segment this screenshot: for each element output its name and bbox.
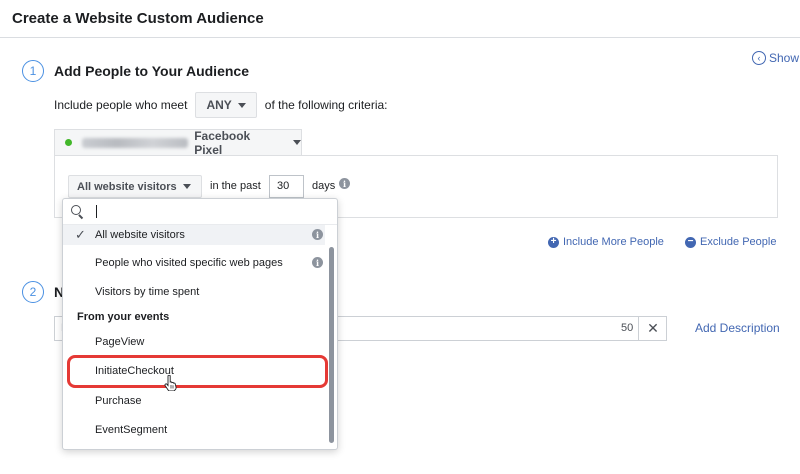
menu-item-label: EventSegment — [95, 424, 168, 436]
exclude-people-button[interactable]: − Exclude People — [685, 236, 776, 248]
caret-down-icon — [182, 184, 191, 189]
section-1-title: Add People to Your Audience — [54, 63, 249, 79]
pixel-status-dot — [65, 139, 72, 146]
show-link[interactable]: ‹ Show — [752, 51, 799, 65]
add-description-link[interactable]: Add Description — [695, 321, 780, 335]
menu-item-time-spent[interactable]: Visitors by time spent — [63, 278, 325, 306]
close-icon: ✕ — [647, 320, 659, 336]
highlight-annotation — [67, 355, 328, 388]
dialog-header: Create a Website Custom Audience — [0, 0, 800, 38]
caret-down-icon — [293, 140, 301, 145]
character-count: 50 — [621, 322, 634, 334]
info-icon[interactable]: i — [312, 229, 323, 240]
chevron-left-icon: ‹ — [752, 51, 766, 65]
visitors-type-label: All website visitors — [77, 180, 177, 193]
plus-circle-icon: + — [548, 236, 559, 248]
menu-item-all-website-visitors[interactable]: ✓ All website visitors i — [63, 225, 325, 245]
include-more-label: Include More People — [563, 236, 664, 248]
step-1-circle: 1 — [22, 60, 44, 82]
info-icon[interactable]: i — [312, 257, 323, 268]
checkmark-icon: ✓ — [75, 227, 86, 242]
menu-item-label: Visitors by time spent — [95, 286, 200, 298]
menu-item-label: All website visitors — [95, 229, 185, 241]
criteria-prefix: Include people who meet — [54, 98, 188, 112]
menu-item-label: PageView — [95, 336, 145, 348]
criteria-suffix: of the following criteria: — [264, 98, 388, 112]
dialog-title: Create a Website Custom Audience — [12, 10, 264, 27]
menu-item-pageview[interactable]: PageView — [63, 328, 325, 356]
custom-audience-dialog: Create a Website Custom Audience ‹ Show … — [0, 0, 800, 474]
redacted-pixel-id — [81, 137, 189, 148]
menu-search[interactable] — [63, 199, 337, 225]
menu-scrollbar[interactable] — [329, 247, 334, 443]
menu-item-label: People who visited specific web pages — [95, 257, 283, 269]
hand-pointer-icon — [164, 375, 177, 391]
menu-item-specific-pages[interactable]: People who visited specific web pages i — [63, 249, 325, 277]
step-2-circle: 2 — [22, 281, 44, 303]
menu-group-heading: From your events — [77, 311, 170, 323]
info-icon[interactable]: i — [339, 178, 350, 189]
exclude-label: Exclude People — [700, 236, 777, 248]
menu-item-label: Purchase — [95, 395, 142, 407]
caret-down-icon — [237, 102, 246, 108]
pixel-name: Facebook Pixel — [194, 128, 251, 157]
search-icon — [71, 205, 84, 218]
in-the-past-label: in the past — [210, 180, 261, 192]
visitors-type-dropdown[interactable]: All website visitors — [68, 175, 202, 198]
clear-name-button[interactable]: ✕ — [638, 316, 667, 341]
text-cursor — [96, 205, 97, 218]
days-label: days — [312, 180, 336, 192]
criteria-row: Include people who meet ANY of the follo… — [54, 92, 388, 118]
include-more-people-button[interactable]: + Include More People — [548, 236, 664, 248]
match-type-label: ANY — [206, 98, 232, 112]
visitors-type-menu: ✓ All website visitors i People who visi… — [62, 198, 338, 450]
menu-item-purchase[interactable]: Purchase — [63, 387, 325, 415]
days-input[interactable]: 30 — [269, 175, 304, 198]
menu-item-eventsegment[interactable]: EventSegment — [63, 416, 325, 444]
pixel-selector[interactable]: Facebook Pixel — [54, 128, 302, 157]
minus-circle-icon: − — [685, 236, 696, 248]
match-type-dropdown[interactable]: ANY — [195, 92, 257, 118]
show-label: Show — [769, 51, 800, 65]
